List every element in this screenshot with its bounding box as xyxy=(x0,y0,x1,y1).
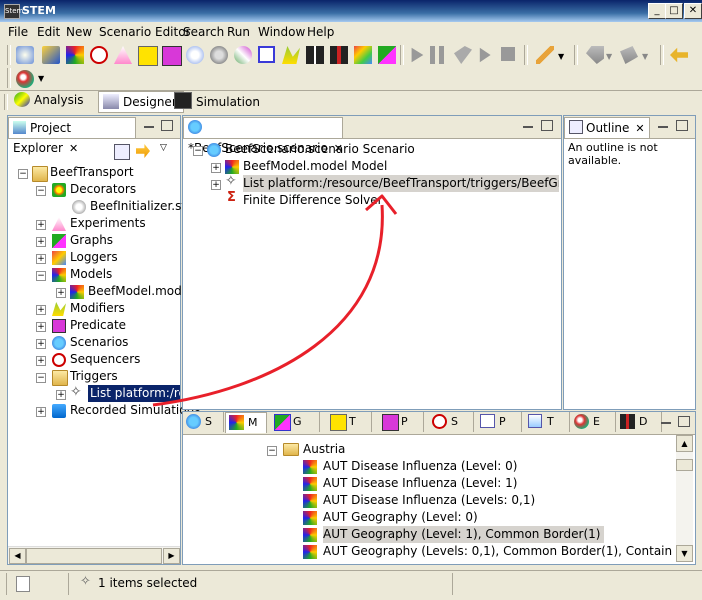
status-text: 1 items selected xyxy=(98,576,198,590)
selection-icon: ✧ xyxy=(80,574,91,589)
status-bar: ✧ 1 items selected xyxy=(0,570,702,600)
status-separator xyxy=(68,573,69,595)
annotation-arrow xyxy=(152,194,398,407)
status-separator xyxy=(452,573,453,595)
fast-view-icon[interactable] xyxy=(16,576,30,592)
status-divider xyxy=(0,570,702,571)
status-grip xyxy=(6,573,7,595)
